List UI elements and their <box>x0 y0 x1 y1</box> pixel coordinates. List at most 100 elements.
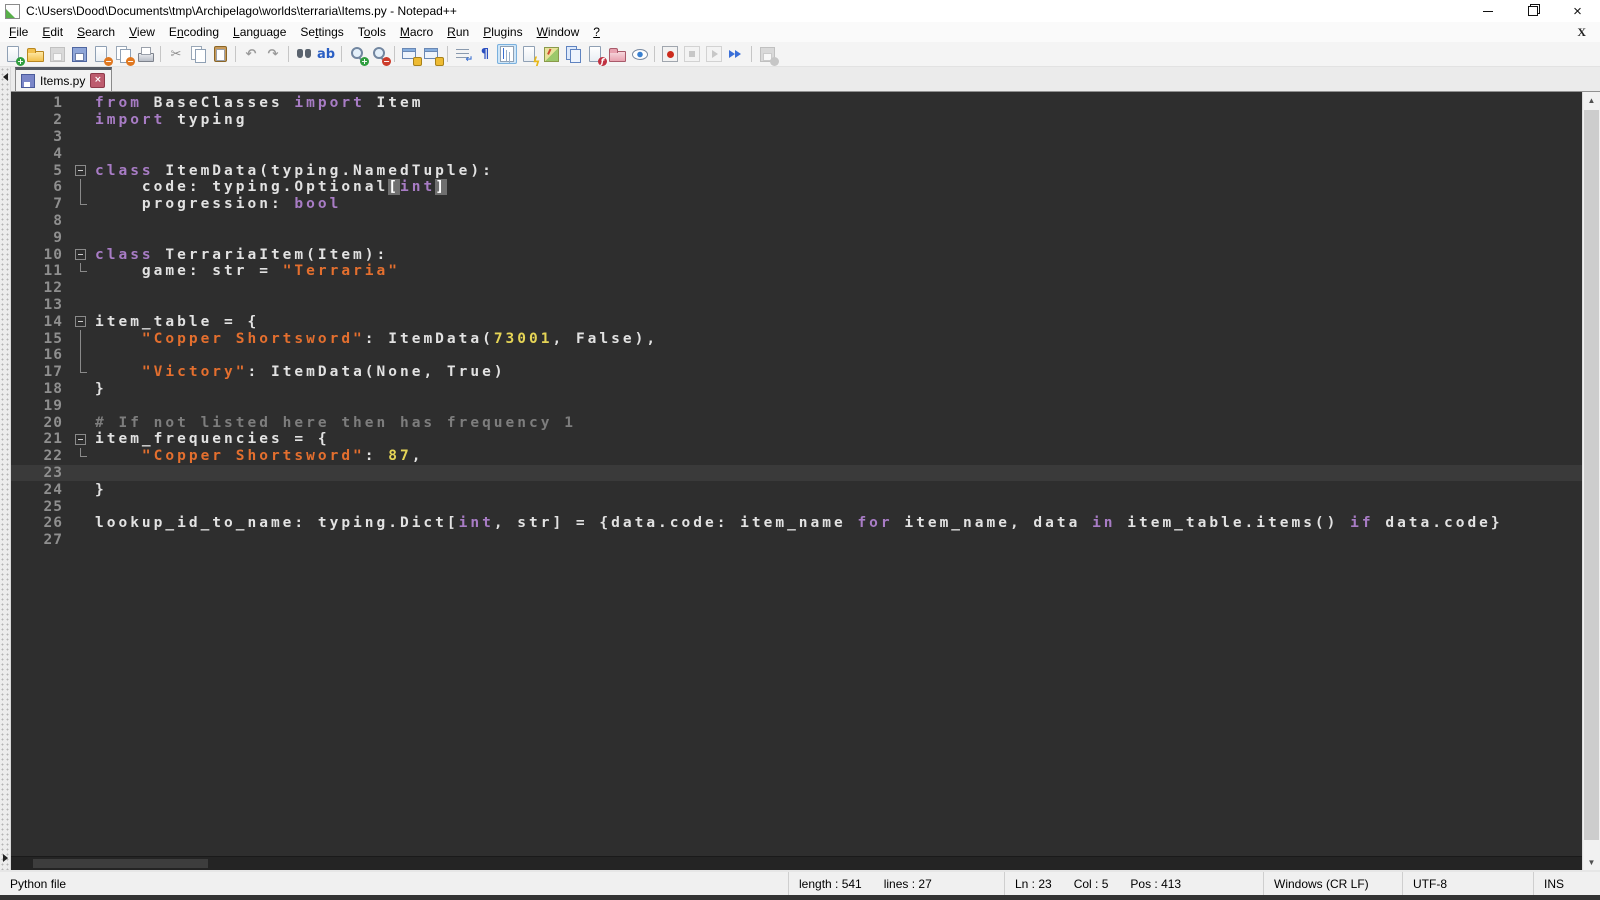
code-line-4[interactable]: 4 <box>11 145 1582 162</box>
code-line-27[interactable]: 27 <box>11 532 1582 549</box>
vertical-scrollbar-thumb[interactable] <box>1584 110 1599 840</box>
scroll-up-icon[interactable]: ▲ <box>1583 92 1600 108</box>
menu-encoding[interactable]: Encoding <box>162 23 226 41</box>
code-line-11[interactable]: 11 game: str = "Terraria" <box>11 263 1582 280</box>
code-line-6[interactable]: 6 code: typing.Optional[int] <box>11 179 1582 196</box>
restore-button[interactable] <box>1510 0 1555 22</box>
show-all-characters-icon[interactable]: ¶ <box>475 44 495 64</box>
code-line-13[interactable]: 13 <box>11 297 1582 314</box>
horizontal-scrollbar-thumb[interactable] <box>33 859 208 868</box>
code-line-7[interactable]: 7 progression: bool <box>11 196 1582 213</box>
folder-as-workspace-icon[interactable] <box>607 44 627 64</box>
menu-search[interactable]: Search <box>70 23 122 41</box>
menu-plugins[interactable]: Plugins <box>476 23 529 41</box>
editor[interactable]: 1from BaseClasses import Item2import typ… <box>11 92 1582 870</box>
menu-language[interactable]: Language <box>226 23 293 41</box>
code-line-18[interactable]: 18} <box>11 381 1582 398</box>
sync-vertical-scrolling-icon[interactable] <box>400 44 420 64</box>
redo-icon[interactable]: ↷ <box>263 44 283 64</box>
tab-items-py[interactable]: Items.py × <box>15 67 112 91</box>
code-line-21[interactable]: 21item_frequencies = { <box>11 431 1582 448</box>
close-icon[interactable]: − <box>91 44 111 64</box>
save-all-icon[interactable] <box>69 44 89 64</box>
cut-icon[interactable]: ✂ <box>166 44 186 64</box>
monitoring-icon[interactable] <box>629 44 649 64</box>
grip-expand-right-icon[interactable] <box>3 854 8 862</box>
code-line-26[interactable]: 26lookup_id_to_name: typing.Dict[int, st… <box>11 515 1582 532</box>
code-line-17[interactable]: 17 "Victory": ItemData(None, True) <box>11 364 1582 381</box>
code-line-24[interactable]: 24} <box>11 481 1582 498</box>
fold-marker-start[interactable] <box>73 431 89 448</box>
find-icon[interactable] <box>294 44 314 64</box>
code-line-19[interactable]: 19 <box>11 397 1582 414</box>
code-line-2[interactable]: 2import typing <box>11 112 1582 129</box>
menu-macro[interactable]: Macro <box>393 23 440 41</box>
menu-view[interactable]: View <box>122 23 162 41</box>
fold-marker-start[interactable] <box>73 313 89 330</box>
undo-icon[interactable]: ↶ <box>241 44 261 64</box>
sync-horizontal-scrolling-icon[interactable] <box>422 44 442 64</box>
status-insert-mode[interactable]: INS <box>1533 872 1600 895</box>
menu-window[interactable]: Window <box>530 23 587 41</box>
show-indent-guide-icon[interactable] <box>497 44 517 64</box>
word-wrap-icon[interactable] <box>453 44 473 64</box>
macro-run-multiple-times-icon[interactable] <box>726 44 746 64</box>
print-icon[interactable] <box>135 44 155 64</box>
menu-settings[interactable]: Settings <box>293 23 350 41</box>
code-line-1[interactable]: 1from BaseClasses import Item <box>11 95 1582 112</box>
macro-start-recording-icon[interactable] <box>660 44 680 64</box>
line-number: 15 <box>11 331 73 347</box>
code-line-20[interactable]: 20# If not listed here then has frequenc… <box>11 414 1582 431</box>
function-list-icon[interactable]: ƒ <box>585 44 605 64</box>
code-line-9[interactable]: 9 <box>11 229 1582 246</box>
document-list-icon[interactable] <box>563 44 583 64</box>
app-icon <box>5 4 20 19</box>
code-line-25[interactable]: 25 <box>11 498 1582 515</box>
fold-marker-start[interactable] <box>73 246 89 263</box>
code-line-23[interactable]: 23 <box>11 465 1582 482</box>
code-line-10[interactable]: 10class TerrariaItem(Item): <box>11 246 1582 263</box>
status-encoding[interactable]: UTF-8 <box>1402 872 1533 895</box>
define-your-language-icon[interactable]: ϟ <box>519 44 539 64</box>
copy-icon[interactable] <box>188 44 208 64</box>
menu-close-icon[interactable]: X <box>1577 25 1586 40</box>
paste-icon[interactable] <box>210 44 230 64</box>
code-line-3[interactable]: 3 <box>11 129 1582 146</box>
replace-icon[interactable]: ab <box>316 44 336 64</box>
horizontal-scrollbar[interactable] <box>11 856 1582 870</box>
close-button[interactable]: × <box>1555 0 1600 22</box>
new-file-icon[interactable]: + <box>3 44 23 64</box>
menu-edit[interactable]: Edit <box>35 23 70 41</box>
dock-grip[interactable] <box>0 67 11 870</box>
code-text: "Copper Shortsword": 87, <box>89 448 423 464</box>
vertical-scrollbar-track[interactable] <box>1583 108 1600 854</box>
menu-run[interactable]: Run <box>440 23 476 41</box>
tab-close-icon[interactable]: × <box>90 73 105 88</box>
document-map-icon[interactable] <box>541 44 561 64</box>
zoom-in-icon[interactable]: + <box>347 44 367 64</box>
code-line-15[interactable]: 15 "Copper Shortsword": ItemData(73001, … <box>11 330 1582 347</box>
zoom-out-icon[interactable]: − <box>369 44 389 64</box>
grip-collapse-left-icon[interactable] <box>3 73 8 81</box>
macro-playback-icon[interactable] <box>704 44 724 64</box>
scroll-down-icon[interactable]: ▼ <box>1583 854 1600 870</box>
menu-file[interactable]: File <box>2 23 35 41</box>
minimize-button[interactable] <box>1465 0 1510 22</box>
vertical-scrollbar[interactable]: ▲ ▼ <box>1582 92 1600 870</box>
fold-marker-start[interactable] <box>73 162 89 179</box>
macro-save-icon[interactable] <box>757 44 777 64</box>
macro-stop-recording-icon[interactable] <box>682 44 702 64</box>
menu-help[interactable]: ? <box>586 23 607 41</box>
code-line-14[interactable]: 14item_table = { <box>11 313 1582 330</box>
close-all-icon[interactable]: − <box>113 44 133 64</box>
menu-tools[interactable]: Tools <box>351 23 393 41</box>
open-file-icon[interactable] <box>25 44 45 64</box>
code-line-22[interactable]: 22 "Copper Shortsword": 87, <box>11 448 1582 465</box>
code-line-12[interactable]: 12 <box>11 280 1582 297</box>
line-number: 18 <box>11 381 73 397</box>
code-line-8[interactable]: 8 <box>11 213 1582 230</box>
code-line-5[interactable]: 5class ItemData(typing.NamedTuple): <box>11 162 1582 179</box>
save-icon[interactable] <box>47 44 67 64</box>
code-line-16[interactable]: 16 <box>11 347 1582 364</box>
status-eol-format[interactable]: Windows (CR LF) <box>1263 872 1402 895</box>
